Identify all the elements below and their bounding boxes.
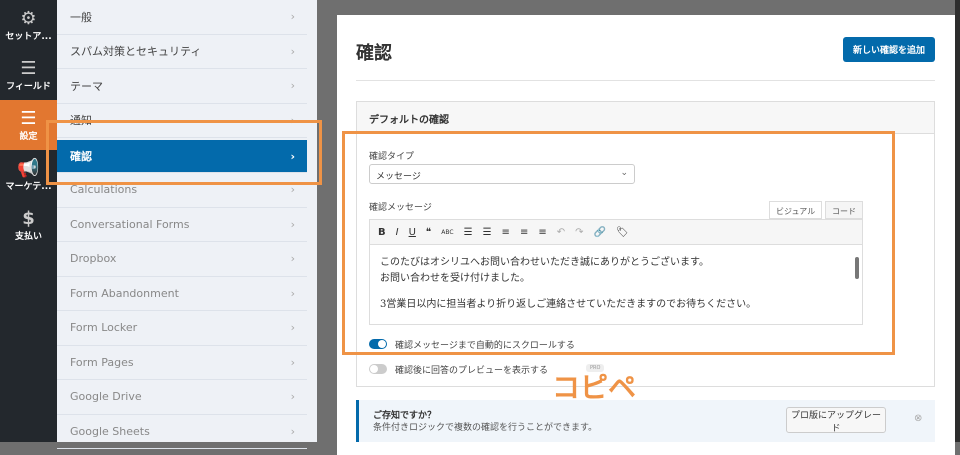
submenu-item-label: Google Sheets	[70, 424, 150, 438]
chevron-right-icon: ›	[290, 321, 295, 335]
submenu-item[interactable]: Dropbox ›	[57, 242, 307, 277]
submenu-item-label: Google Drive	[70, 390, 142, 404]
divider	[356, 80, 935, 81]
scroll-edge	[955, 0, 960, 442]
submenu-item[interactable]: Form Locker ›	[57, 311, 307, 346]
submenu-item-label: Dropbox	[70, 252, 117, 266]
submenu-item[interactable]: Google Sheets ›	[57, 415, 307, 449]
nav-payments[interactable]: $ 支払い	[0, 200, 57, 250]
chevron-right-icon: ›	[290, 217, 295, 231]
add-confirmation-button[interactable]: 新しい確認を追加	[843, 37, 935, 62]
preview-label: 確認後に回答のプレビューを表示する	[395, 366, 549, 376]
submenu-item-label: 一般	[70, 10, 92, 24]
main-sidebar: ⚙ セットア... ☰ フィールド ☰ 設定 📢 マーケテ... $ 支払い	[0, 0, 57, 442]
chevron-right-icon: ›	[290, 286, 295, 300]
gear-icon: ⚙	[20, 7, 37, 29]
page-title: 確認	[356, 43, 392, 64]
info-notice: ご存知ですか？ 条件付きロジックで複数の確認を行うことができます。 プロ版にアッ…	[356, 400, 935, 442]
submenu-item-label: Form Pages	[70, 355, 134, 369]
megaphone-icon: 📢	[17, 157, 40, 179]
chevron-right-icon: ›	[290, 252, 295, 266]
submenu-item[interactable]: Form Pages ›	[57, 346, 307, 380]
chevron-right-icon: ›	[290, 183, 295, 197]
box-title: デフォルトの確認	[357, 102, 934, 134]
submenu-item-label: Calculations	[70, 183, 138, 197]
submenu-item-label: Form Locker	[70, 321, 138, 335]
chevron-right-icon: ›	[290, 44, 295, 58]
highlight-box-editor	[342, 131, 895, 355]
nav-fields[interactable]: ☰ フィールド	[0, 50, 57, 100]
nav-setup[interactable]: ⚙ セットア...	[0, 0, 57, 50]
submenu-item-label: Conversational Forms	[70, 217, 190, 231]
fields-icon: ☰	[20, 57, 37, 79]
submenu-item[interactable]: Form Abandonment ›	[57, 277, 307, 311]
chevron-right-icon: ›	[290, 390, 295, 404]
chevron-right-icon: ›	[290, 10, 295, 24]
submenu-item-label: Form Abandonment	[70, 286, 179, 300]
chevron-right-icon: ›	[290, 79, 295, 93]
submenu-item[interactable]: テーマ ›	[57, 69, 307, 104]
submenu-item[interactable]: スパム対策とセキュリティ ›	[57, 35, 307, 69]
submenu-item[interactable]: 一般 ›	[57, 0, 307, 35]
notice-text: 条件付きロジックで複数の確認を行うことができます。	[373, 423, 598, 433]
submenu-item-label: スパム対策とセキュリティ	[70, 45, 202, 59]
sliders-icon: ☰	[20, 107, 37, 129]
settings-submenu: 一般 › スパム対策とセキュリティ › テーマ › 通知 › 確認 › Calculations › C…	[57, 0, 317, 449]
highlight-box-menu	[46, 120, 322, 185]
submenu-item[interactable]: Google Drive ›	[57, 380, 307, 415]
preview-toggle[interactable]	[369, 364, 387, 374]
chevron-right-icon: ›	[290, 424, 295, 438]
chevron-right-icon: ›	[290, 355, 295, 369]
close-icon[interactable]: ⊗	[914, 413, 922, 424]
upgrade-button[interactable]: プロ版にアップグレード	[786, 407, 886, 433]
dollar-icon: $	[22, 207, 35, 229]
submenu-item[interactable]: Conversational Forms ›	[57, 208, 307, 242]
annotation-text: コピペ	[552, 371, 637, 404]
submenu-item-label: テーマ	[70, 79, 103, 93]
